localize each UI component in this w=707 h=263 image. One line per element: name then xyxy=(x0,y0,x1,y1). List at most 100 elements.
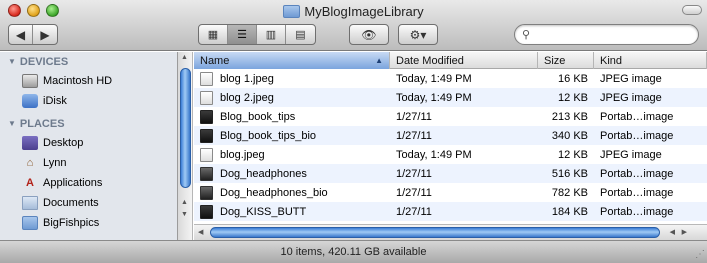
file-name: Blog_book_tips xyxy=(220,110,296,123)
folder-icon xyxy=(283,5,301,18)
file-name-cell: Dog_headphones_bio xyxy=(194,183,390,202)
disclosure-triangle-icon[interactable]: ▼ xyxy=(8,119,16,128)
vertical-scrollbar[interactable]: ▲ ▲ ▼ xyxy=(178,52,193,240)
sidebar-item-label: Lynn xyxy=(43,157,67,169)
column-header-size[interactable]: Size xyxy=(538,52,594,69)
file-row[interactable]: blog 2.jpeg Today, 1:49 PM 12 KB JPEG image xyxy=(194,88,707,107)
desktop-icon xyxy=(22,136,38,150)
image-file-icon xyxy=(200,167,213,181)
search-field[interactable]: ⚲ xyxy=(514,24,699,45)
eye-icon: 👁 xyxy=(361,27,377,42)
file-size-cell: 782 KB xyxy=(551,186,588,199)
icon-view-icon: ▦ xyxy=(207,29,219,41)
file-date-cell: 1/27/11 xyxy=(396,129,432,142)
back-forward-control: ◀ ▶ xyxy=(8,24,58,45)
coverflow-view-icon: ▤ xyxy=(295,29,306,41)
quick-look-button[interactable]: 👁 xyxy=(349,24,389,45)
forward-arrow-icon: ▶ xyxy=(40,27,50,42)
file-list: Name ▲ Date Modified Size Kind blog 1.jp… xyxy=(194,52,707,224)
file-date-cell: Today, 1:49 PM xyxy=(396,91,472,104)
list-view-button[interactable]: ☰ xyxy=(228,25,257,44)
search-icon: ⚲ xyxy=(522,29,531,41)
column-header-kind[interactable]: Kind xyxy=(594,52,707,69)
view-mode-control: ▦ ☰ ▥ ▤ xyxy=(198,24,316,45)
window-title: MyBlogImageLibrary xyxy=(0,4,707,19)
file-size-cell: 213 KB xyxy=(551,110,588,123)
file-kind-cell: JPEG image xyxy=(600,72,662,85)
column-view-icon: ▥ xyxy=(265,29,277,41)
resize-grip-icon[interactable]: ⋰ xyxy=(695,249,705,260)
file-row[interactable]: blog.jpeg Today, 1:49 PM 12 KB JPEG image xyxy=(194,145,707,164)
image-file-icon xyxy=(200,72,213,86)
scroll-left-arrow-icon[interactable]: ◀ xyxy=(198,228,203,236)
sidebar-item-macintosh-hd[interactable]: Macintosh HD xyxy=(0,71,177,91)
scroll-up-arrow-icon[interactable]: ▲ xyxy=(181,54,188,61)
forward-button[interactable]: ▶ xyxy=(33,25,57,44)
file-row[interactable]: Dog_headphones 1/27/11 516 KB Portab…image xyxy=(194,164,707,183)
file-size-cell: 12 KB xyxy=(558,148,588,161)
scroll-down-arrow-icon[interactable]: ▼ xyxy=(181,211,188,218)
file-date-cell: 1/27/11 xyxy=(396,110,432,123)
idisk-icon xyxy=(22,94,38,108)
documents-icon xyxy=(22,196,38,210)
sidebar-item-lynn[interactable]: ⌂ Lynn xyxy=(0,153,177,173)
sidebar-item-applications[interactable]: A Applications xyxy=(0,173,177,193)
file-row[interactable]: Dog_KISS_BUTT 1/27/11 184 KB Portab…image xyxy=(194,202,707,221)
file-name-cell: Blog_book_tips xyxy=(194,107,390,126)
image-file-icon xyxy=(200,91,213,105)
file-kind-cell: Portab…image xyxy=(600,186,674,199)
file-row[interactable]: Dog_headphones_bio 1/27/11 782 KB Portab…im… xyxy=(194,183,707,202)
image-file-icon xyxy=(200,205,213,219)
sidebar-item-label: BigFishpics xyxy=(43,217,100,229)
column-view-button[interactable]: ▥ xyxy=(257,25,286,44)
file-kind-cell: Portab…image xyxy=(600,129,674,142)
file-date-cell: 1/27/11 xyxy=(396,186,432,199)
column-header-name[interactable]: Name ▲ xyxy=(194,52,390,69)
list-view-icon: ☰ xyxy=(237,29,247,41)
action-menu-button[interactable]: ⚙▾ xyxy=(398,24,438,45)
horizontal-scroll-thumb[interactable] xyxy=(210,227,660,238)
file-rows: blog 1.jpeg Today, 1:49 PM 16 KB JPEG image… xyxy=(194,69,707,221)
sidebar-item-documents[interactable]: Documents xyxy=(0,193,177,213)
file-name: Dog_KISS_BUTT xyxy=(220,205,307,218)
scroll-right-arrow-icon[interactable]: ▶ xyxy=(682,228,687,236)
sidebar-item-label: Macintosh HD xyxy=(43,75,113,87)
image-file-icon xyxy=(200,129,213,143)
image-file-icon xyxy=(200,148,213,162)
toolbar-toggle-button[interactable] xyxy=(682,5,702,15)
sidebar-item-label: iDisk xyxy=(43,95,67,107)
icon-view-button[interactable]: ▦ xyxy=(199,25,228,44)
status-text: 10 items, 420.11 GB available xyxy=(280,246,427,258)
file-kind-cell: JPEG image xyxy=(600,148,662,161)
scroll-left-arrow-icon[interactable]: ◀ xyxy=(670,228,675,236)
file-date-cell: 1/27/11 xyxy=(396,205,432,218)
file-row[interactable]: Blog_book_tips_bio 1/27/11 340 KB Portab…im… xyxy=(194,126,707,145)
disclosure-triangle-icon[interactable]: ▼ xyxy=(8,57,16,66)
sidebar-item-desktop[interactable]: Desktop xyxy=(0,133,177,153)
file-kind-cell: Portab…image xyxy=(600,167,674,180)
sidebar-heading-devices[interactable]: ▼ DEVICES xyxy=(0,52,177,71)
file-row[interactable]: Blog_book_tips 1/27/11 213 KB Portab…image xyxy=(194,107,707,126)
file-row[interactable]: blog 1.jpeg Today, 1:49 PM 16 KB JPEG image xyxy=(194,69,707,88)
scroll-up-arrow-icon[interactable]: ▲ xyxy=(181,199,188,206)
column-header-date-modified[interactable]: Date Modified xyxy=(390,52,538,69)
status-bar: 10 items, 420.11 GB available ⋰ xyxy=(0,240,707,263)
file-date-cell: Today, 1:49 PM xyxy=(396,148,472,161)
file-date-cell: Today, 1:49 PM xyxy=(396,72,472,85)
sidebar-heading-places[interactable]: ▼ PLACES xyxy=(0,114,177,133)
file-name: blog.jpeg xyxy=(220,148,265,161)
file-kind-cell: JPEG image xyxy=(600,91,662,104)
vertical-scroll-thumb[interactable] xyxy=(180,68,191,188)
back-button[interactable]: ◀ xyxy=(9,25,33,44)
file-kind-cell: Portab…image xyxy=(600,205,674,218)
search-input[interactable] xyxy=(537,27,692,42)
horizontal-scrollbar[interactable]: ◀ ◀ ▶ xyxy=(194,224,707,240)
sidebar-item-bigfishpics[interactable]: BigFishpics xyxy=(0,213,177,233)
coverflow-view-button[interactable]: ▤ xyxy=(286,25,315,44)
sidebar-item-idisk[interactable]: iDisk xyxy=(0,91,177,111)
file-date-cell: 1/27/11 xyxy=(396,167,432,180)
file-name-cell: Blog_book_tips_bio xyxy=(194,126,390,145)
sidebar-item-label: Desktop xyxy=(43,137,84,149)
sidebar: ▼ DEVICES Macintosh HD iDisk ▼ PLACES De… xyxy=(0,52,178,240)
back-arrow-icon: ◀ xyxy=(15,27,26,42)
